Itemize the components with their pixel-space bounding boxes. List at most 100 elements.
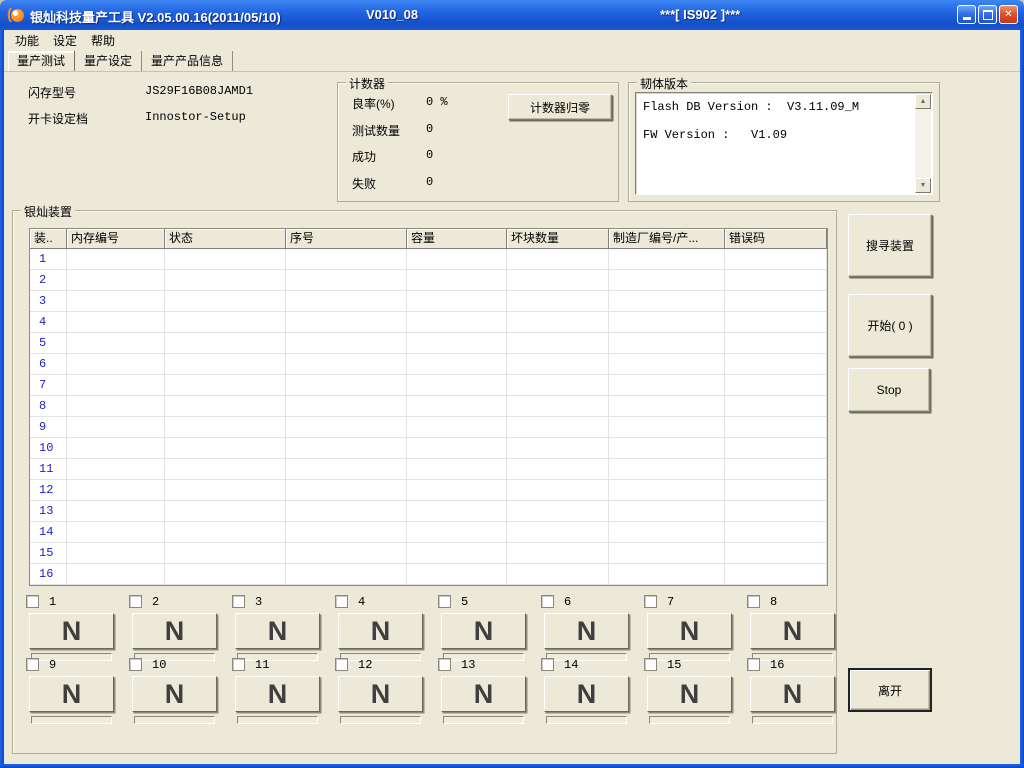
slot-checkbox[interactable] [335, 658, 348, 671]
firmware-scrollbar[interactable]: ▲ ▼ [915, 94, 931, 193]
table-header-cell[interactable]: 制造厂编号/产... [609, 229, 725, 249]
table-cell [507, 375, 609, 396]
table-row[interactable]: 9 [30, 417, 827, 438]
table-row[interactable]: 6 [30, 354, 827, 375]
slot-checkbox[interactable] [232, 658, 245, 671]
firmware-groupbox-title: 韧体版本 [637, 75, 691, 92]
menu-item-settings[interactable]: 设定 [46, 30, 84, 51]
table-cell [609, 354, 725, 375]
tab-production-test[interactable]: 量产测试 [8, 51, 75, 71]
table-cell [609, 522, 725, 543]
table-header-cell[interactable]: 装.. [30, 229, 67, 249]
table-header-cell[interactable]: 错误码 [725, 229, 827, 249]
window-title-tag: ***[ IS902 ]*** [660, 7, 740, 22]
table-cell [609, 564, 725, 585]
tab-production-settings[interactable]: 量产设定 [75, 51, 142, 71]
table-cell [67, 333, 165, 354]
table-row[interactable]: 11 [30, 459, 827, 480]
table-row[interactable]: 1 [30, 249, 827, 270]
table-cell [67, 354, 165, 375]
table-row[interactable]: 13 [30, 501, 827, 522]
slot-unit: 14 N [544, 658, 629, 724]
scroll-up-button[interactable]: ▲ [915, 94, 931, 109]
exit-button[interactable]: 离开 [848, 668, 932, 712]
close-icon: ✕ [1004, 9, 1012, 20]
row-number-cell: 14 [30, 522, 67, 543]
slot-checkbox[interactable] [26, 595, 39, 608]
slot-number-label: 10 [152, 658, 166, 672]
slot-checkbox[interactable] [129, 658, 142, 671]
slot-number-label: 14 [564, 658, 578, 672]
counter-row-value: 0 [426, 175, 433, 189]
slot-checkbox[interactable] [644, 595, 657, 608]
table-cell [407, 459, 507, 480]
slot-checkbox[interactable] [541, 658, 554, 671]
search-devices-button[interactable]: 搜寻装置 [848, 214, 932, 277]
slot-checkbox[interactable] [232, 595, 245, 608]
slot-unit: 4N [338, 595, 423, 661]
tab-bar: 量产测试量产设定量产产品信息 [4, 51, 1020, 72]
slot-checkbox[interactable] [644, 658, 657, 671]
stop-button[interactable]: Stop [848, 368, 930, 412]
slot-checkbox[interactable] [26, 658, 39, 671]
slot-number-label: 15 [667, 658, 681, 672]
table-row[interactable]: 7 [30, 375, 827, 396]
window-border-right [1020, 30, 1024, 764]
table-row[interactable]: 15 [30, 543, 827, 564]
table-cell [165, 522, 286, 543]
table-row[interactable]: 12 [30, 480, 827, 501]
scroll-down-button[interactable]: ▼ [915, 178, 931, 193]
table-row[interactable]: 14 [30, 522, 827, 543]
table-cell [165, 438, 286, 459]
table-row[interactable]: 16 [30, 564, 827, 585]
minimize-button[interactable] [957, 5, 976, 24]
table-row[interactable]: 10 [30, 438, 827, 459]
slot-unit: 5N [441, 595, 526, 661]
firmware-line-flashdb: Flash DB Version : V3.11.09_M [643, 100, 912, 114]
close-button[interactable]: ✕ [999, 5, 1018, 24]
slot-checkbox[interactable] [438, 595, 451, 608]
table-cell [165, 459, 286, 480]
slot-checkbox[interactable] [541, 595, 554, 608]
table-cell [725, 480, 827, 501]
table-header-cell[interactable]: 坏块数量 [507, 229, 609, 249]
slot-checkbox[interactable] [335, 595, 348, 608]
slot-checkbox[interactable] [129, 595, 142, 608]
slot-checkbox-row: 11 [235, 658, 320, 671]
minimize-icon [963, 17, 971, 20]
slot-checkbox-row: 3 [235, 595, 320, 608]
table-cell [407, 522, 507, 543]
slot-unit: 6N [544, 595, 629, 661]
table-cell [507, 417, 609, 438]
table-cell [609, 543, 725, 564]
tab-product-info[interactable]: 量产产品信息 [142, 51, 233, 71]
table-row[interactable]: 3 [30, 291, 827, 312]
slot-checkbox[interactable] [438, 658, 451, 671]
table-row[interactable]: 8 [30, 396, 827, 417]
table-cell [507, 438, 609, 459]
counter-row-label: 失败 [352, 175, 376, 192]
slot-checkbox-row: 2 [132, 595, 217, 608]
table-row[interactable]: 4 [30, 312, 827, 333]
table-header-cell[interactable]: 内存编号 [67, 229, 165, 249]
table-header-cell[interactable]: 序号 [286, 229, 407, 249]
row-number-cell: 10 [30, 438, 67, 459]
table-cell [725, 438, 827, 459]
table-header-cell[interactable]: 状态 [165, 229, 286, 249]
slot-checkbox[interactable] [747, 658, 760, 671]
slot-checkbox[interactable] [747, 595, 760, 608]
table-row[interactable]: 2 [30, 270, 827, 291]
start-button[interactable]: 开始( 0 ) [848, 294, 932, 357]
slot-status-indicator: N [544, 676, 629, 712]
slot-progress-bar [31, 716, 112, 724]
slot-status-indicator: N [338, 613, 423, 649]
table-header-cell[interactable]: 容量 [407, 229, 507, 249]
counter-reset-button[interactable]: 计数器归零 [508, 94, 612, 120]
table-cell [407, 312, 507, 333]
scroll-down-arrow-icon: ▼ [920, 182, 927, 189]
table-cell [165, 291, 286, 312]
table-row[interactable]: 5 [30, 333, 827, 354]
menu-item-help[interactable]: 帮助 [84, 30, 122, 51]
menu-item-function[interactable]: 功能 [8, 30, 46, 51]
maximize-button[interactable] [978, 5, 997, 24]
